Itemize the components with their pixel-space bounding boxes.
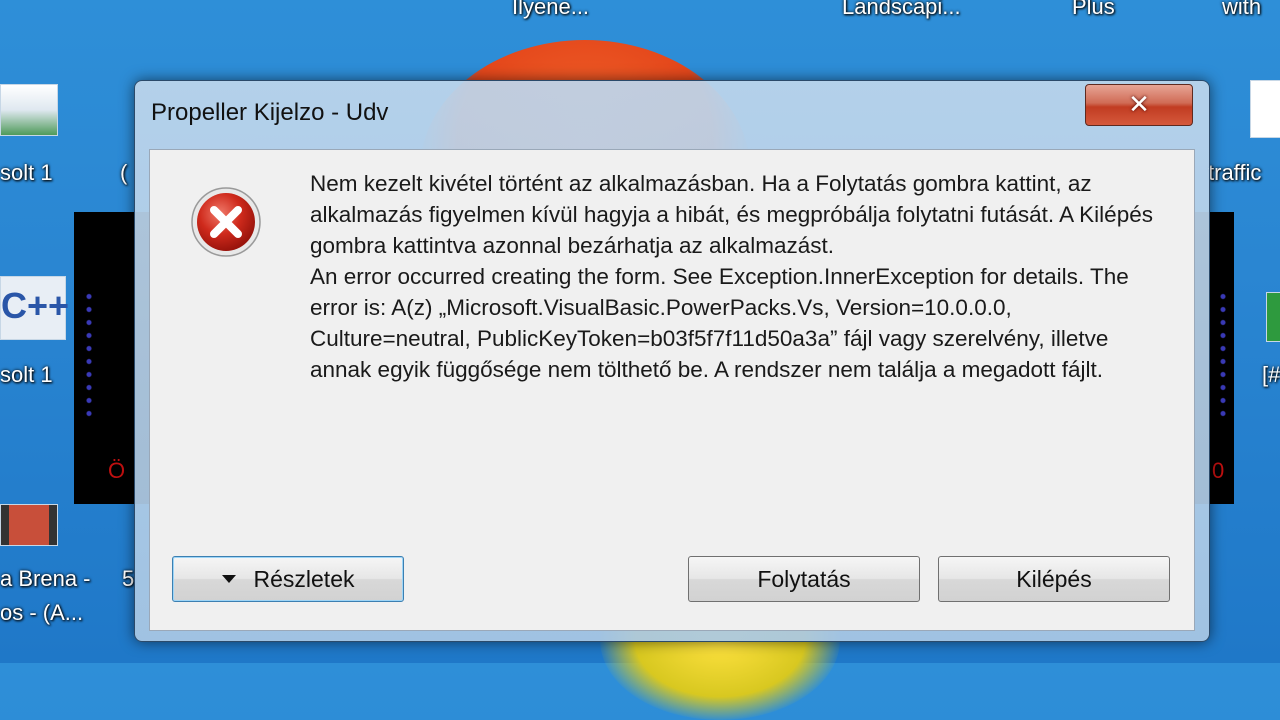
desktop-icon-label[interactable]: os - (A...: [0, 600, 83, 626]
error-message: Nem kezelt kivétel történt az alkalmazás…: [310, 168, 1160, 385]
cpp-icon-text: C++: [1, 285, 70, 326]
error-message-hungarian: Nem kezelt kivétel történt az alkalmazás…: [310, 171, 1153, 258]
desktop-icon-label[interactable]: solt 1: [0, 362, 53, 388]
desktop-icon-label[interactable]: [#: [1262, 362, 1280, 388]
close-button[interactable]: ✕: [1085, 84, 1193, 126]
cpp-file-icon[interactable]: C++: [0, 276, 70, 340]
error-dialog: Propeller Kijelzo - Udv ✕ Nem kezelt kiv…: [134, 80, 1210, 642]
dialog-title: Propeller Kijelzo - Udv: [151, 99, 389, 126]
desktop-icon-label[interactable]: Plus: [1072, 0, 1115, 20]
dialog-body: Nem kezelt kivétel történt az alkalmazás…: [149, 149, 1195, 631]
background-window-dots-right: [1216, 290, 1230, 420]
expand-arrow-icon: [221, 574, 236, 583]
desktop-icon-label[interactable]: a Brena -: [0, 566, 91, 592]
details-button[interactable]: Részletek: [172, 556, 404, 602]
error-message-exception: An error occurred creating the form. See…: [310, 264, 1129, 382]
quit-button[interactable]: Kilépés: [938, 556, 1170, 602]
background-window-text-left: Ö: [108, 458, 126, 483]
document-icon[interactable]: [1250, 80, 1280, 138]
desktop-icon-label[interactable]: with: [1222, 0, 1261, 20]
details-button-label: Részletek: [253, 566, 355, 592]
error-icon: [191, 187, 261, 257]
desktop-icon-label[interactable]: Landscapi...: [842, 0, 961, 20]
document-icon[interactable]: [0, 84, 58, 136]
desktop-icon-label[interactable]: Ilyene...: [512, 0, 589, 20]
background-window-dots-left: [82, 290, 96, 420]
video-file-icon[interactable]: [0, 504, 58, 546]
desktop-icon-label[interactable]: (: [120, 160, 127, 186]
desktop-icon-label[interactable]: 5: [122, 566, 134, 592]
background-window-text-right: 0: [1212, 458, 1225, 483]
app-icon[interactable]: [1266, 292, 1280, 342]
desktop-icon-label[interactable]: traffic: [1208, 160, 1261, 186]
continue-button[interactable]: Folytatás: [688, 556, 920, 602]
desktop-icon-label[interactable]: solt 1: [0, 160, 53, 186]
